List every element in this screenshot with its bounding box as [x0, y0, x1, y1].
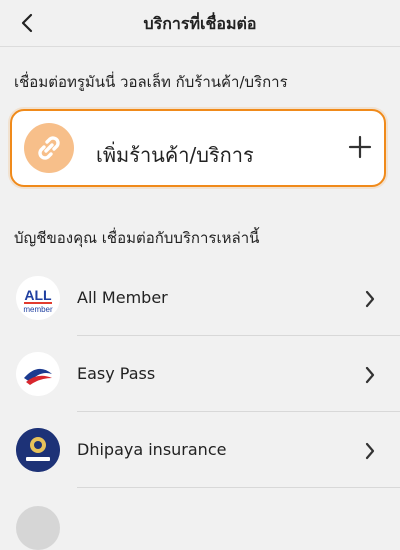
page-title: บริการที่เชื่อมต่อ: [143, 14, 257, 33]
service-row-easy-pass[interactable]: Easy Pass: [0, 338, 400, 412]
dhipaya-logo: [16, 428, 60, 472]
chevron-right-icon: [365, 290, 375, 308]
connect-section-label: เชื่อมต่อทรูมันนี่ วอลเล็ท กับร้านค้า/บร…: [14, 73, 288, 91]
top-bar: บริการที่เชื่อมต่อ: [0, 0, 400, 47]
svg-text:member: member: [23, 305, 53, 314]
add-service-button[interactable]: เพิ่มร้านค้า/บริการ: [10, 109, 386, 187]
link-icon-badge: [24, 123, 74, 173]
dhipaya-logo-icon: [16, 428, 60, 472]
partial-next-service-logo: [16, 506, 60, 550]
chevron-right-icon: [365, 366, 375, 384]
easy-pass-logo: [16, 352, 60, 396]
service-name: Easy Pass: [77, 364, 156, 383]
link-icon: [38, 136, 60, 160]
row-divider: [77, 335, 400, 336]
service-name: Dhipaya insurance: [77, 440, 227, 459]
add-service-label: เพิ่มร้านค้า/บริการ: [96, 143, 254, 167]
row-divider: [77, 487, 400, 488]
service-name: All Member: [77, 288, 168, 307]
chevron-right-icon: [365, 442, 375, 460]
plus-icon: [348, 135, 372, 159]
easy-pass-logo-icon: [16, 352, 60, 396]
row-divider: [77, 411, 400, 412]
service-row-all-member[interactable]: ALL member All Member: [0, 262, 400, 336]
connected-accounts-label: บัญชีของคุณ เชื่อมต่อกับบริการเหล่านี้: [14, 229, 260, 247]
all-member-logo-icon: ALL member: [16, 276, 60, 320]
service-row-dhipaya[interactable]: Dhipaya insurance: [0, 414, 400, 488]
all-member-logo: ALL member: [16, 276, 60, 320]
svg-text:ALL: ALL: [24, 287, 52, 303]
